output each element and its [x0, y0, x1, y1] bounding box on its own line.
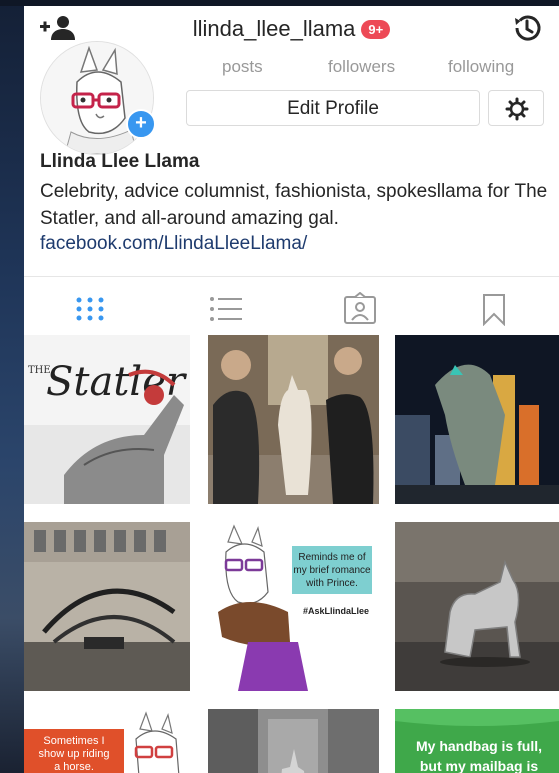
grid-post[interactable]: THE Statler	[24, 335, 190, 504]
grid-post[interactable]	[208, 335, 379, 504]
svg-text:#AskLlindaLlee: #AskLlindaLlee	[303, 606, 369, 616]
svg-text:but my mailbag is: but my mailbag is	[420, 758, 538, 773]
grid-post[interactable]: Reminds me of my brief romance with Prin…	[208, 522, 379, 691]
profile-display-name: Llinda Llee Llama	[40, 151, 200, 172]
following-count-label[interactable]: following	[448, 57, 514, 77]
add-story-plus-icon[interactable]: +	[126, 109, 156, 139]
followers-count-label[interactable]: followers	[328, 57, 395, 77]
list-view-icon[interactable]	[206, 292, 246, 326]
profile-bio: Celebrity, advice columnist, fashionista…	[40, 181, 548, 229]
grid-post[interactable]: Sometimes I show up riding a horse.	[24, 709, 190, 773]
svg-text:Reminds me of: Reminds me of	[298, 552, 365, 563]
posts-count-label[interactable]: posts	[222, 57, 263, 77]
notification-badge: 9+	[361, 19, 391, 39]
profile-tabs	[24, 282, 559, 330]
username-text: llinda_llee_llama	[192, 16, 356, 42]
section-divider	[24, 276, 559, 277]
grid-post[interactable]	[395, 335, 559, 504]
edit-profile-button[interactable]: Edit Profile	[186, 90, 480, 126]
profile-screen: llinda_llee_llama 9+ + posts followers f…	[24, 6, 559, 773]
svg-text:my brief romance: my brief romance	[293, 565, 371, 576]
svg-text:Sometimes I: Sometimes I	[43, 735, 104, 747]
background-edge	[0, 0, 24, 773]
svg-text:show up riding: show up riding	[39, 748, 110, 760]
grid-post[interactable]	[395, 522, 559, 691]
gear-icon	[505, 97, 529, 121]
grid-post[interactable]: My handbag is full, but my mailbag is	[395, 709, 559, 773]
history-icon[interactable]	[511, 12, 543, 44]
settings-button[interactable]	[488, 90, 544, 126]
tagged-photos-icon[interactable]	[340, 291, 380, 326]
profile-website-link[interactable]: facebook.com/LlindaLleeLlama/	[40, 233, 307, 255]
svg-text:a horse.: a horse.	[54, 761, 94, 773]
grid-post[interactable]	[24, 522, 190, 691]
svg-text:My handbag is full,: My handbag is full,	[416, 738, 542, 754]
grid-post[interactable]	[208, 709, 379, 773]
profile-username-header[interactable]: llinda_llee_llama 9+	[24, 15, 559, 42]
grid-view-icon[interactable]	[70, 292, 110, 326]
svg-text:with Prince.: with Prince.	[305, 578, 358, 589]
svg-text:Statler: Statler	[46, 359, 188, 405]
saved-bookmark-icon[interactable]	[474, 292, 514, 327]
